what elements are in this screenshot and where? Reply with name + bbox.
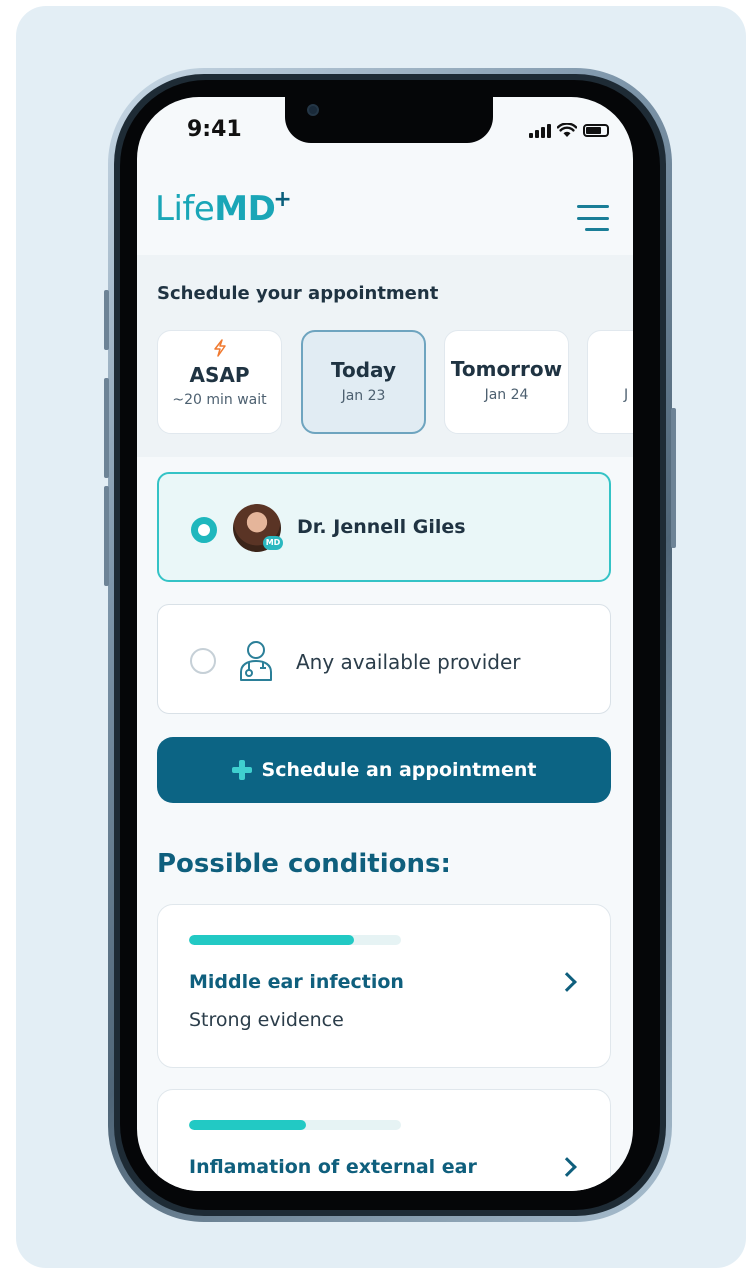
provider-option-any[interactable]: Any available provider xyxy=(157,604,611,714)
date-option-sub: Jan 24 xyxy=(484,387,529,403)
notch xyxy=(285,97,493,143)
status-time: 9:41 xyxy=(187,117,242,142)
date-option-label: S xyxy=(588,357,633,381)
date-option-sub: J xyxy=(624,387,629,403)
app-header: LifeMD+ xyxy=(137,167,633,255)
provider-name: Any available provider xyxy=(296,650,521,674)
date-option-label: Today xyxy=(331,358,396,382)
signal-icon xyxy=(529,123,551,138)
schedule-title: Schedule your appointment xyxy=(157,283,439,304)
lifemd-logo[interactable]: LifeMD+ xyxy=(155,187,292,229)
radio-unselected-icon[interactable] xyxy=(190,648,216,674)
schedule-appointment-button[interactable]: Schedule an appointment xyxy=(157,737,611,803)
doctor-icon xyxy=(240,641,272,681)
chevron-right-icon[interactable] xyxy=(557,972,577,992)
provider-option-dr-giles[interactable]: MD Dr. Jennell Giles xyxy=(157,472,611,582)
condition-evidence: Strong evidence xyxy=(189,1009,344,1031)
volume-up-button xyxy=(104,378,109,478)
chevron-right-icon[interactable] xyxy=(557,1157,577,1177)
condition-card[interactable]: Inflamation of external ear xyxy=(157,1089,611,1191)
radio-selected-icon[interactable] xyxy=(191,517,217,543)
volume-down-button xyxy=(104,486,109,586)
date-option-label: ASAP xyxy=(189,363,250,387)
cta-label: Schedule an appointment xyxy=(261,759,537,781)
power-button xyxy=(671,408,676,548)
evidence-bar-fill xyxy=(189,935,355,945)
schedule-section: Schedule your appointment ASAP ~20 min w… xyxy=(137,255,633,457)
evidence-bar-fill xyxy=(189,1120,306,1130)
evidence-bar xyxy=(189,1120,401,1130)
date-option-today[interactable]: Today Jan 23 xyxy=(301,330,426,434)
bolt-icon xyxy=(158,339,281,359)
condition-card[interactable]: Middle ear infection Strong evidence xyxy=(157,904,611,1068)
md-badge: MD xyxy=(263,536,283,550)
hamburger-menu-icon[interactable] xyxy=(577,205,609,231)
status-icons xyxy=(529,123,609,138)
date-option-tomorrow[interactable]: Tomorrow Jan 24 xyxy=(444,330,569,434)
date-option-next[interactable]: S J xyxy=(587,330,633,434)
phone-screen: 9:41 LifeMD+ Schedule your appointment A… xyxy=(137,97,633,1191)
date-option-sub: ~20 min wait xyxy=(172,392,267,408)
wifi-icon xyxy=(557,123,577,137)
battery-icon xyxy=(583,124,609,137)
date-option-sub: Jan 23 xyxy=(341,388,386,404)
evidence-bar xyxy=(189,935,401,945)
conditions-title: Possible conditions: xyxy=(157,849,451,879)
condition-name: Inflamation of external ear xyxy=(189,1156,477,1178)
date-option-label: Tomorrow xyxy=(450,357,563,381)
date-option-asap[interactable]: ASAP ~20 min wait xyxy=(157,330,282,434)
condition-name: Middle ear infection xyxy=(189,971,404,993)
camera-icon xyxy=(307,104,319,116)
plus-icon xyxy=(231,760,252,780)
silent-switch xyxy=(104,290,109,350)
provider-name: Dr. Jennell Giles xyxy=(297,516,466,538)
